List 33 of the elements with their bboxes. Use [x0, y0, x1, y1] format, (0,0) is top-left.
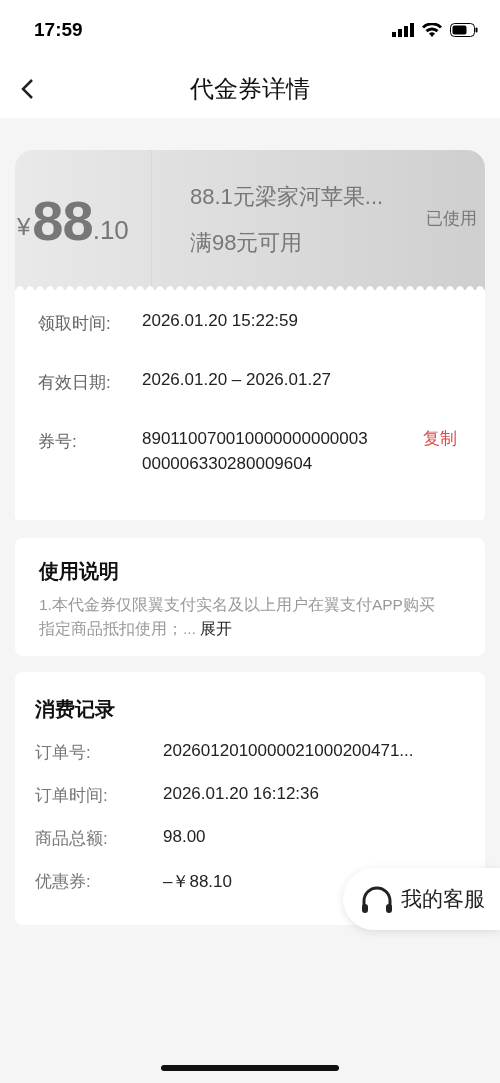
detail-label: 有效日期:: [38, 372, 112, 394]
coupon-status: 已使用: [426, 207, 478, 230]
section-title: 使用说明: [39, 559, 120, 585]
record-value: 2026.01.20 16:12:36: [163, 783, 319, 805]
detail-value: 2026.01.20 15:22:59: [142, 310, 298, 332]
coupon-title: 88.1元梁家河苹果...: [190, 183, 385, 211]
headset-icon: [361, 885, 393, 913]
record-label: 订单号:: [35, 741, 92, 764]
record-value: 2026012010000021000200471...: [163, 740, 414, 762]
signal-icon: [392, 23, 414, 37]
record-label: 优惠券:: [35, 870, 92, 893]
wifi-icon: [422, 23, 442, 37]
currency-symbol: ¥: [17, 213, 31, 241]
detail-label: 领取时间:: [38, 313, 112, 335]
detail-value: 890110070010000000000003000006330280009604: [142, 428, 369, 475]
detail-label: 券号:: [38, 431, 78, 453]
record-label: 订单时间:: [35, 784, 109, 807]
coupon-amount: 88: [32, 187, 93, 253]
battery-icon: [450, 23, 478, 37]
record-label: 商品总额:: [35, 827, 109, 850]
usage-text: 1.本代金券仅限翼支付实名及以上用户在翼支付APP购买指定商品抵扣使用；... 展开: [39, 595, 436, 639]
page-title: 代金券详情: [190, 74, 310, 104]
record-value: –￥88.10: [163, 870, 232, 893]
customer-service-button[interactable]: 我的客服: [343, 868, 500, 930]
coupon-decimals: .10: [92, 214, 129, 246]
coupon-condition: 满98元可用: [190, 229, 304, 257]
record-value: 98.00: [163, 826, 206, 848]
section-title: 消费记录: [35, 696, 116, 722]
expand-link[interactable]: 展开: [200, 619, 233, 637]
copy-button[interactable]: 复制: [419, 427, 461, 452]
status-time: 17:59: [34, 19, 83, 41]
detail-value: 2026.01.20 – 2026.01.27: [142, 369, 332, 391]
back-icon[interactable]: [20, 78, 34, 100]
